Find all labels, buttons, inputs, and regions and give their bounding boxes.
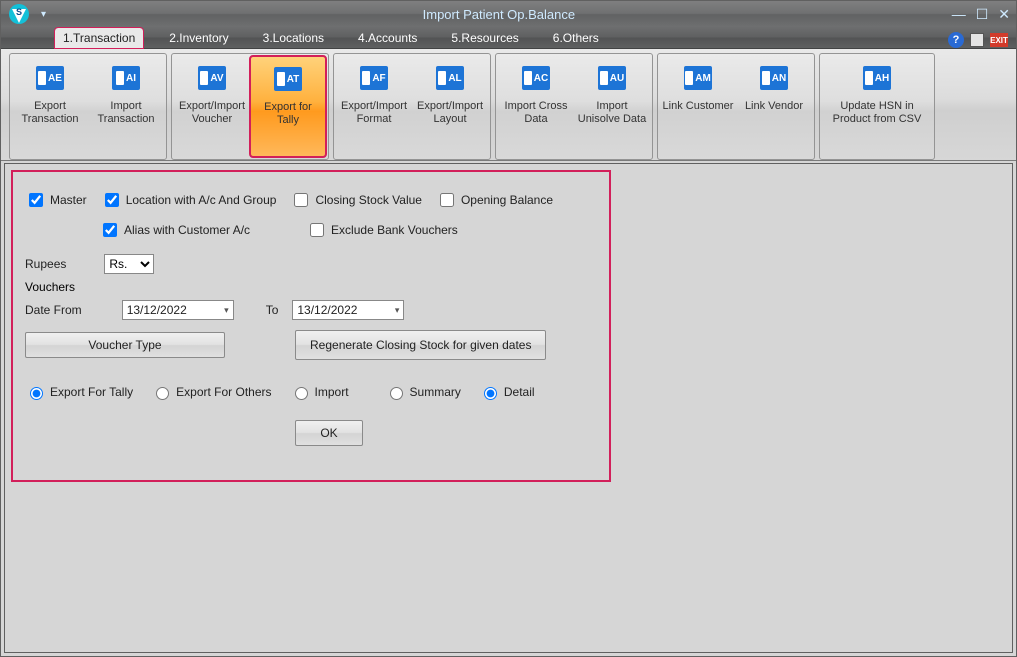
- detail-radio[interactable]: Detail: [479, 384, 535, 400]
- hsn-icon: AH: [863, 66, 891, 90]
- export-transaction-button[interactable]: AE Export Transaction: [12, 56, 88, 157]
- export-import-voucher-button[interactable]: AV Export/Import Voucher: [174, 56, 250, 157]
- ribbon-label: Import Unisolve Data: [576, 100, 648, 126]
- export-tally-radio[interactable]: Export For Tally: [25, 384, 133, 400]
- ribbon-label: Export for Tally: [253, 101, 323, 127]
- export-import-layout-button[interactable]: AL Export/Import Layout: [412, 56, 488, 157]
- import-transaction-icon: AI: [112, 66, 140, 90]
- chevron-down-icon: ▾: [395, 305, 400, 316]
- export-others-radio[interactable]: Export For Others: [151, 384, 271, 400]
- ribbon-label: Link Vendor: [745, 100, 803, 113]
- client-area: Master Location with A/c And Group Closi…: [4, 163, 1013, 653]
- date-from-label: Date From: [25, 303, 82, 317]
- layout-icon: AL: [436, 66, 464, 90]
- ribbon-label: Export Transaction: [14, 100, 86, 126]
- vendor-icon: AN: [760, 66, 788, 90]
- ribbon-label: Update HSN in Product from CSV: [824, 100, 930, 126]
- import-cross-data-button[interactable]: AC Import Cross Data: [498, 56, 574, 157]
- voucher-type-button[interactable]: Voucher Type: [25, 332, 225, 358]
- alias-checkbox[interactable]: Alias with Customer A/c: [99, 220, 250, 240]
- regenerate-button[interactable]: Regenerate Closing Stock for given dates: [295, 330, 546, 360]
- link-customer-button[interactable]: AM Link Customer: [660, 56, 736, 157]
- master-checkbox[interactable]: Master: [25, 190, 87, 210]
- window-title: Import Patient Op.Balance: [46, 7, 952, 22]
- customer-icon: AM: [684, 66, 712, 90]
- close-icon[interactable]: ✕: [998, 6, 1010, 23]
- ribbon-label: Export/Import Layout: [414, 100, 486, 126]
- tab-accounts[interactable]: 4.Accounts: [350, 28, 425, 48]
- vouchers-label: Vouchers: [25, 280, 75, 294]
- svg-text:S: S: [16, 7, 22, 17]
- chevron-down-icon: ▾: [224, 305, 229, 316]
- export-tally-panel: Master Location with A/c And Group Closi…: [11, 170, 611, 482]
- tab-inventory[interactable]: 2.Inventory: [161, 28, 236, 48]
- opening-balance-checkbox[interactable]: Opening Balance: [436, 190, 553, 210]
- ribbon-group-2: AV Export/Import Voucher AT Export for Tal…: [171, 53, 329, 160]
- ribbon-label: Export/Import Format: [338, 100, 410, 126]
- exit-icon[interactable]: EXIT: [990, 33, 1008, 47]
- options-icon[interactable]: [970, 33, 984, 47]
- menu-tabs: 1.Transaction 2.Inventory 3.Locations 4.…: [1, 27, 1016, 49]
- rupees-select[interactable]: Rs.: [104, 254, 154, 274]
- link-vendor-button[interactable]: AN Link Vendor: [736, 56, 812, 157]
- ok-button[interactable]: OK: [295, 420, 363, 446]
- maximize-icon[interactable]: ☐: [976, 6, 989, 23]
- ribbon: AE Export Transaction AI Import Transactio…: [1, 49, 1016, 161]
- date-to-input[interactable]: 13/12/2022▾: [292, 300, 404, 320]
- export-import-format-button[interactable]: AF Export/Import Format: [336, 56, 412, 157]
- import-unisolve-button[interactable]: AU Import Unisolve Data: [574, 56, 650, 157]
- ribbon-group-4: AC Import Cross Data AU Import Unisolve Da…: [495, 53, 653, 160]
- export-transaction-icon: AE: [36, 66, 64, 90]
- exclude-bank-checkbox[interactable]: Exclude Bank Vouchers: [306, 220, 458, 240]
- ribbon-group-5: AM Link Customer AN Link Vendor: [657, 53, 815, 160]
- ribbon-label: Link Customer: [663, 100, 734, 113]
- ribbon-group-1: AE Export Transaction AI Import Transactio…: [9, 53, 167, 160]
- voucher-icon: AV: [198, 66, 226, 90]
- export-mode-radios: Export For Tally Export For Others Impor…: [25, 384, 535, 400]
- cross-icon: AC: [522, 66, 550, 90]
- ribbon-group-3: AF Export/Import Format AL Export/Import L…: [333, 53, 491, 160]
- titlebar: S ▾ Import Patient Op.Balance — ☐ ✕: [1, 1, 1016, 27]
- format-icon: AF: [360, 66, 388, 90]
- import-radio[interactable]: Import: [290, 384, 349, 400]
- export-for-tally-button[interactable]: AT Export for Tally: [250, 56, 326, 157]
- tab-transaction[interactable]: 1.Transaction: [55, 28, 143, 48]
- location-checkbox[interactable]: Location with A/c And Group: [101, 190, 277, 210]
- tab-locations[interactable]: 3.Locations: [255, 28, 332, 48]
- ribbon-label: Import Cross Data: [500, 100, 572, 126]
- rupees-label: Rupees: [25, 257, 66, 271]
- minimize-icon[interactable]: —: [952, 6, 966, 23]
- tab-others[interactable]: 6.Others: [545, 28, 607, 48]
- date-to-label: To: [266, 303, 279, 317]
- app-logo: S: [1, 1, 37, 27]
- ribbon-group-6: AH Update HSN in Product from CSV: [819, 53, 935, 160]
- summary-radio[interactable]: Summary: [385, 384, 461, 400]
- date-from-input[interactable]: 13/12/2022▾: [122, 300, 234, 320]
- help-icon[interactable]: ?: [948, 32, 964, 48]
- ribbon-label: Import Transaction: [90, 100, 162, 126]
- tally-icon: AT: [274, 67, 302, 91]
- update-hsn-button[interactable]: AH Update HSN in Product from CSV: [822, 56, 932, 157]
- import-transaction-button[interactable]: AI Import Transaction: [88, 56, 164, 157]
- unisolve-icon: AU: [598, 66, 626, 90]
- closing-stock-checkbox[interactable]: Closing Stock Value: [290, 190, 422, 210]
- tab-resources[interactable]: 5.Resources: [443, 28, 526, 48]
- ribbon-label: Export/Import Voucher: [176, 100, 248, 126]
